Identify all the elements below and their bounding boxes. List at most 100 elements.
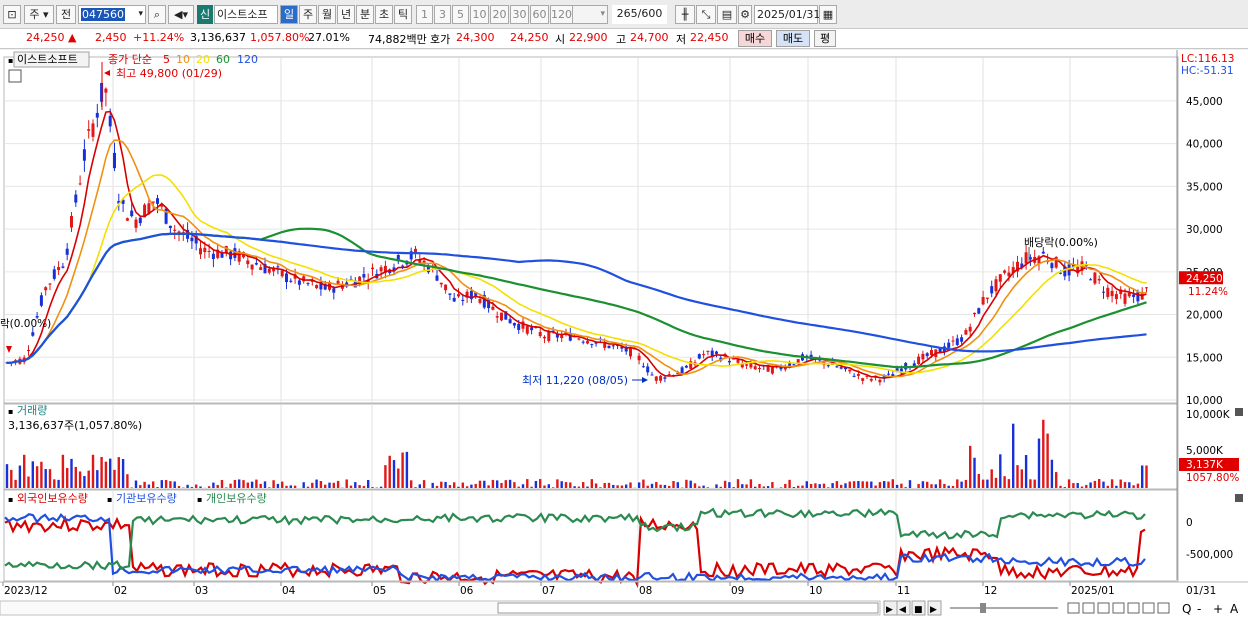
volume-bar	[689, 480, 692, 488]
minute-tab-5[interactable]: 5	[452, 5, 469, 24]
code-input[interactable]: 047560 ▾	[78, 5, 146, 24]
current-price: 24,250	[26, 31, 65, 44]
candle-body	[835, 366, 839, 368]
candle-body	[977, 308, 981, 314]
volume-bar	[762, 486, 765, 488]
trade-amount: 74,882백만	[368, 33, 427, 46]
candle-body	[702, 354, 706, 356]
buy-button[interactable]: 매수	[738, 30, 772, 47]
bottom-tool-3: A	[1230, 602, 1239, 616]
minute-tab-30[interactable]: 30	[510, 5, 529, 24]
up-arrow-icon: ▲	[68, 31, 77, 44]
ma-legend-120: 120	[237, 53, 258, 66]
candle-body	[543, 336, 546, 339]
volume-bar	[663, 484, 667, 488]
volume-bar	[487, 485, 490, 488]
volume-bar	[1115, 485, 1118, 488]
volume-bar	[728, 482, 731, 488]
period-tab-6[interactable]: 틱	[394, 5, 412, 24]
volume-bar	[861, 481, 864, 488]
candle-body	[659, 375, 663, 381]
search-icon[interactable]: ⌕	[148, 5, 166, 24]
minute-tab-60[interactable]: 60	[530, 5, 549, 24]
volume-bar	[410, 480, 413, 488]
vol-tag: 3,137K	[1186, 459, 1224, 471]
count-field[interactable]: 265/600	[612, 5, 667, 24]
price-tag: 24,250	[1186, 273, 1223, 285]
period-tab-1[interactable]: 주	[299, 5, 317, 24]
volume-bar	[1110, 479, 1114, 488]
chart-svg[interactable]: 이스트소프트▪ 종가 단순 5 10 20 60 120 LC:116.13HC:-51.31…	[0, 50, 1248, 621]
chart-area: 이스트소프트 ▪ 종가 단순 5 10 20 60 120 LC:116.13 HC:-51.31…	[0, 50, 1248, 621]
volume-bar	[134, 480, 138, 488]
eval-button[interactable]: 평	[814, 30, 836, 47]
volume-bar	[715, 484, 718, 488]
volume-bar	[306, 486, 310, 488]
calendar-icon[interactable]: ▦	[819, 5, 837, 24]
market-select[interactable]: 주 ▾	[24, 5, 54, 24]
speaker-icon[interactable]: ◀▾	[168, 5, 194, 24]
volume-bar	[741, 484, 744, 488]
gear-icon[interactable]: ⚙	[738, 5, 752, 24]
minute-tab-3[interactable]: 3	[434, 5, 451, 24]
volume-bar	[732, 487, 735, 488]
y-tick: 15,000	[1186, 352, 1223, 364]
volume-bar	[981, 479, 985, 488]
toolbar: ⊡ 주 ▾ 전 047560 ▾ ⌕ ◀▾ 신 이스트소프 일주월년분초틱 135…	[0, 0, 1248, 29]
volume-bar	[169, 481, 172, 488]
volume-bar	[448, 484, 452, 488]
volume-value: 3,136,637	[190, 31, 246, 44]
candle-body	[646, 366, 650, 373]
minute-input[interactable]: ▾	[572, 5, 608, 24]
candle-type-icon[interactable]: ╫	[675, 5, 695, 24]
x-label-3: 04	[282, 585, 296, 597]
save-icon[interactable]: ▤	[717, 5, 737, 24]
prev-button[interactable]: 전	[56, 5, 76, 24]
volume-bar	[1093, 480, 1097, 488]
period-tab-4[interactable]: 분	[356, 5, 374, 24]
volume-bar	[969, 445, 972, 488]
volume-bar	[35, 466, 39, 488]
minute-tab-10[interactable]: 10	[470, 5, 489, 24]
candle-body	[753, 366, 757, 370]
stock-name-field[interactable]: 이스트소프	[214, 5, 278, 24]
volume-bar	[255, 479, 258, 488]
volume-bar	[891, 479, 894, 488]
minute-tab-20[interactable]: 20	[490, 5, 509, 24]
volume-bar	[431, 482, 434, 488]
holding-legend-2: 개인보유수량	[206, 492, 267, 505]
candle-body	[727, 360, 731, 363]
volume-bar	[539, 479, 542, 488]
turnover-rate: 27.01%	[308, 31, 350, 44]
volume-bar	[152, 481, 155, 488]
candle-body	[745, 364, 749, 366]
indicator-icon[interactable]: ⤡	[696, 5, 716, 24]
candle-body	[1024, 252, 1028, 264]
period-tab-5[interactable]: 초	[375, 5, 393, 24]
period-tab-0[interactable]: 일	[280, 5, 298, 24]
volume-bar	[590, 479, 593, 488]
minute-tab-120[interactable]: 120	[550, 5, 573, 24]
volume-bar	[1016, 465, 1019, 488]
period-tab-2[interactable]: 월	[318, 5, 336, 24]
volume-bar	[736, 479, 740, 488]
volume-bar	[186, 484, 189, 488]
volume-bar	[818, 484, 821, 488]
x-label-0: 2023/12	[4, 585, 48, 597]
period-tab-3[interactable]: 년	[337, 5, 355, 24]
date-input[interactable]: 2025/01/31	[754, 5, 820, 24]
candle-body	[259, 267, 263, 270]
volume-bar	[113, 469, 116, 488]
volume-bar	[371, 486, 374, 488]
volume-bar	[44, 469, 47, 488]
volume-bar	[173, 481, 176, 488]
window-icon[interactable]: ⊡	[3, 5, 21, 24]
minute-tab-1[interactable]: 1	[416, 5, 433, 24]
volume-bar	[685, 479, 688, 488]
new-badge: 신	[197, 5, 213, 24]
sell-button[interactable]: 매도	[776, 30, 810, 47]
volume-bar	[392, 460, 396, 488]
candle-body	[95, 112, 99, 118]
volume-bar	[560, 481, 563, 488]
volume-bar	[57, 479, 60, 488]
